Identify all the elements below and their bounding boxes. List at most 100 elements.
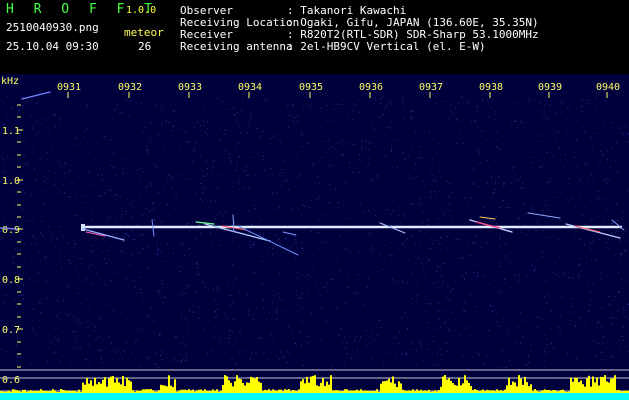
noise-speck <box>608 248 610 250</box>
noise-speck <box>81 195 83 197</box>
noise-speck <box>553 156 555 158</box>
noise-speck <box>467 101 469 103</box>
noise-speck <box>328 202 330 204</box>
noise-speck <box>404 217 406 219</box>
noise-speck <box>420 157 422 158</box>
amplitude-bar <box>510 384 512 393</box>
noise-speck <box>247 269 249 271</box>
noise-speck <box>303 365 305 366</box>
noise-speck <box>589 241 591 243</box>
noise-speck <box>468 135 469 137</box>
amplitude-bar <box>88 383 90 393</box>
noise-speck <box>236 213 238 215</box>
amplitude-bar <box>476 390 478 393</box>
noise-speck <box>359 131 361 133</box>
noise-speck <box>292 244 294 246</box>
noise-speck <box>512 171 514 173</box>
noise-speck <box>171 220 173 222</box>
amplitude-bar <box>160 384 162 393</box>
noise-speck <box>561 192 562 194</box>
noise-speck <box>560 329 562 331</box>
noise-speck <box>479 229 481 231</box>
amplitude-bar <box>202 390 204 393</box>
noise-speck <box>135 292 137 294</box>
noise-speck <box>234 345 236 347</box>
noise-speck <box>524 224 526 226</box>
noise-speck <box>590 136 592 138</box>
noise-speck <box>263 334 265 336</box>
noise-speck <box>615 141 617 143</box>
noise-speck <box>241 110 243 112</box>
noise-speck <box>491 155 492 157</box>
noise-speck <box>320 339 322 341</box>
amplitude-bar <box>488 390 490 393</box>
noise-speck <box>278 238 280 240</box>
noise-speck <box>419 244 421 246</box>
noise-speck <box>270 185 272 187</box>
noise-speck <box>490 212 492 214</box>
noise-speck <box>476 150 478 152</box>
noise-speck <box>64 133 66 135</box>
noise-speck <box>87 128 89 130</box>
noise-speck <box>343 325 345 327</box>
noise-speck <box>62 355 64 356</box>
amplitude-bar <box>132 390 134 393</box>
noise-speck <box>401 317 402 318</box>
noise-speck <box>280 277 282 279</box>
noise-speck <box>10 306 12 308</box>
noise-speck <box>275 360 277 362</box>
noise-speck <box>474 262 476 264</box>
noise-speck <box>466 327 468 329</box>
noise-speck <box>84 194 86 196</box>
noise-speck <box>196 239 198 241</box>
noise-speck <box>402 102 403 104</box>
noise-speck <box>540 284 542 286</box>
amplitude-bar <box>528 386 530 393</box>
noise-speck <box>251 224 252 226</box>
noise-speck <box>265 363 267 365</box>
noise-speck <box>198 158 200 160</box>
noise-speck <box>47 170 49 172</box>
noise-speck <box>2 158 4 160</box>
noise-speck <box>495 365 497 367</box>
noise-speck <box>554 235 556 237</box>
noise-speck <box>47 282 49 283</box>
noise-speck <box>595 330 597 332</box>
noise-speck <box>288 326 290 328</box>
noise-speck <box>228 330 230 331</box>
noise-speck <box>124 158 126 160</box>
noise-speck <box>107 189 109 191</box>
noise-speck <box>475 120 476 122</box>
noise-speck <box>17 356 19 358</box>
noise-speck <box>478 193 480 195</box>
noise-speck <box>548 325 550 327</box>
noise-speck <box>140 103 142 105</box>
noise-speck <box>17 338 19 340</box>
noise-speck <box>95 128 97 130</box>
noise-speck <box>416 363 418 365</box>
noise-speck <box>337 259 339 261</box>
amplitude-bar <box>108 378 110 393</box>
amplitude-bar <box>366 390 368 393</box>
noise-speck <box>584 132 586 133</box>
noise-speck <box>348 218 350 219</box>
noise-speck <box>293 282 295 283</box>
noise-speck <box>142 298 143 300</box>
noise-speck <box>585 186 587 188</box>
noise-speck <box>472 168 474 170</box>
noise-speck <box>186 224 187 226</box>
noise-speck <box>449 210 451 211</box>
noise-speck <box>279 358 280 360</box>
noise-speck <box>231 224 233 226</box>
noise-speck <box>612 122 614 123</box>
noise-speck <box>535 229 537 231</box>
amplitude-bar <box>492 390 494 393</box>
noise-speck <box>516 316 518 318</box>
noise-speck <box>514 120 516 122</box>
noise-speck <box>32 319 34 321</box>
noise-speck <box>57 340 59 342</box>
noise-speck <box>98 316 100 318</box>
noise-speck <box>530 167 532 169</box>
amplitude-bar <box>564 391 566 393</box>
noise-speck <box>452 362 454 364</box>
